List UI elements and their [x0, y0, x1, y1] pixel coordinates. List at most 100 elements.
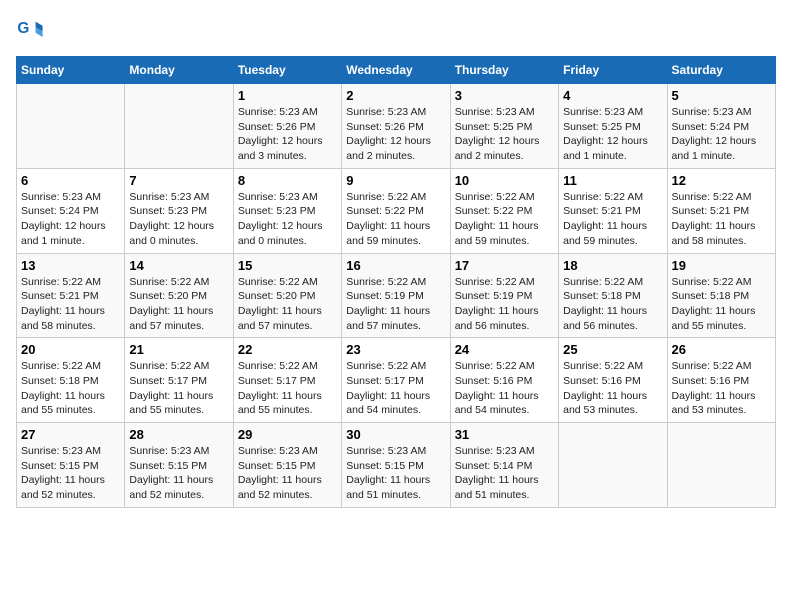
- day-number: 11: [563, 173, 662, 188]
- logo-icon: G: [16, 16, 44, 44]
- day-info: Sunrise: 5:22 AM Sunset: 5:20 PM Dayligh…: [129, 275, 228, 334]
- day-number: 27: [21, 427, 120, 442]
- calendar-table: SundayMondayTuesdayWednesdayThursdayFrid…: [16, 56, 776, 508]
- day-number: 24: [455, 342, 554, 357]
- day-number: 9: [346, 173, 445, 188]
- day-info: Sunrise: 5:22 AM Sunset: 5:21 PM Dayligh…: [21, 275, 120, 334]
- logo: G: [16, 16, 48, 44]
- calendar-body: 1 Sunrise: 5:23 AM Sunset: 5:26 PM Daylig…: [17, 84, 776, 508]
- calendar-cell: 29 Sunrise: 5:23 AM Sunset: 5:15 PM Dayli…: [233, 423, 341, 508]
- day-info: Sunrise: 5:23 AM Sunset: 5:15 PM Dayligh…: [129, 444, 228, 503]
- weekday-header-row: SundayMondayTuesdayWednesdayThursdayFrid…: [17, 57, 776, 84]
- day-info: Sunrise: 5:22 AM Sunset: 5:16 PM Dayligh…: [672, 359, 771, 418]
- day-number: 12: [672, 173, 771, 188]
- day-info: Sunrise: 5:23 AM Sunset: 5:23 PM Dayligh…: [129, 190, 228, 249]
- week-row-1: 1 Sunrise: 5:23 AM Sunset: 5:26 PM Daylig…: [17, 84, 776, 169]
- calendar-cell: 6Sunrise: 5:23 AM Sunset: 5:24 PM Daylig…: [17, 168, 125, 253]
- day-info: Sunrise: 5:22 AM Sunset: 5:16 PM Dayligh…: [563, 359, 662, 418]
- calendar-cell: 24 Sunrise: 5:22 AM Sunset: 5:16 PM Dayli…: [450, 338, 558, 423]
- day-info: Sunrise: 5:23 AM Sunset: 5:26 PM Dayligh…: [238, 105, 337, 164]
- calendar-cell: 31 Sunrise: 5:23 AM Sunset: 5:14 PM Dayli…: [450, 423, 558, 508]
- day-info: Sunrise: 5:22 AM Sunset: 5:22 PM Dayligh…: [346, 190, 445, 249]
- calendar-cell: 12 Sunrise: 5:22 AM Sunset: 5:21 PM Dayli…: [667, 168, 775, 253]
- day-info: Sunrise: 5:22 AM Sunset: 5:17 PM Dayligh…: [238, 359, 337, 418]
- day-info: Sunrise: 5:23 AM Sunset: 5:25 PM Dayligh…: [563, 105, 662, 164]
- calendar-cell: 11 Sunrise: 5:22 AM Sunset: 5:21 PM Dayli…: [559, 168, 667, 253]
- day-number: 28: [129, 427, 228, 442]
- day-number: 30: [346, 427, 445, 442]
- day-number: 17: [455, 258, 554, 273]
- day-info: Sunrise: 5:22 AM Sunset: 5:17 PM Dayligh…: [346, 359, 445, 418]
- day-number: 29: [238, 427, 337, 442]
- day-info: Sunrise: 5:22 AM Sunset: 5:19 PM Dayligh…: [455, 275, 554, 334]
- day-info: Sunrise: 5:22 AM Sunset: 5:20 PM Dayligh…: [238, 275, 337, 334]
- svg-text:G: G: [17, 20, 29, 37]
- calendar-cell: 3 Sunrise: 5:23 AM Sunset: 5:25 PM Daylig…: [450, 84, 558, 169]
- calendar-cell: 19Sunrise: 5:22 AM Sunset: 5:18 PM Dayli…: [667, 253, 775, 338]
- calendar-cell: [17, 84, 125, 169]
- calendar-cell: 14 Sunrise: 5:22 AM Sunset: 5:20 PM Dayli…: [125, 253, 233, 338]
- calendar-cell: 4 Sunrise: 5:23 AM Sunset: 5:25 PM Daylig…: [559, 84, 667, 169]
- day-number: 18: [563, 258, 662, 273]
- day-number: 23: [346, 342, 445, 357]
- day-number: 15: [238, 258, 337, 273]
- calendar-cell: 23 Sunrise: 5:22 AM Sunset: 5:17 PM Dayli…: [342, 338, 450, 423]
- calendar-cell: 1 Sunrise: 5:23 AM Sunset: 5:26 PM Daylig…: [233, 84, 341, 169]
- calendar-cell: 27Sunrise: 5:23 AM Sunset: 5:15 PM Dayli…: [17, 423, 125, 508]
- calendar-header: SundayMondayTuesdayWednesdayThursdayFrid…: [17, 57, 776, 84]
- calendar-cell: 21Sunrise: 5:22 AM Sunset: 5:17 PM Dayli…: [125, 338, 233, 423]
- calendar-cell: 30 Sunrise: 5:23 AM Sunset: 5:15 PM Dayli…: [342, 423, 450, 508]
- day-info: Sunrise: 5:22 AM Sunset: 5:21 PM Dayligh…: [563, 190, 662, 249]
- weekday-monday: Monday: [125, 57, 233, 84]
- day-number: 7: [129, 173, 228, 188]
- day-number: 16: [346, 258, 445, 273]
- day-number: 19: [672, 258, 771, 273]
- calendar-cell: 2 Sunrise: 5:23 AM Sunset: 5:26 PM Daylig…: [342, 84, 450, 169]
- day-number: 22: [238, 342, 337, 357]
- calendar-cell: 20Sunrise: 5:22 AM Sunset: 5:18 PM Dayli…: [17, 338, 125, 423]
- day-number: 13: [21, 258, 120, 273]
- day-info: Sunrise: 5:22 AM Sunset: 5:21 PM Dayligh…: [672, 190, 771, 249]
- day-info: Sunrise: 5:23 AM Sunset: 5:24 PM Dayligh…: [672, 105, 771, 164]
- day-number: 3: [455, 88, 554, 103]
- calendar-cell: 18 Sunrise: 5:22 AM Sunset: 5:18 PM Dayli…: [559, 253, 667, 338]
- week-row-5: 27 Sunrise: 5:23 AM Sunset: 5:15 PM Dayli…: [17, 423, 776, 508]
- calendar-cell: 13 Sunrise: 5:22 AM Sunset: 5:21 PM Dayli…: [17, 253, 125, 338]
- day-info: Sunrise: 5:23 AM Sunset: 5:15 PM Dayligh…: [346, 444, 445, 503]
- day-number: 4: [563, 88, 662, 103]
- day-number: 5: [672, 88, 771, 103]
- calendar-cell: 25Sunrise: 5:22 AM Sunset: 5:16 PM Dayli…: [559, 338, 667, 423]
- day-info: Sunrise: 5:23 AM Sunset: 5:24 PM Dayligh…: [21, 190, 120, 249]
- calendar-cell: 28 Sunrise: 5:23 AM Sunset: 5:15 PM Dayli…: [125, 423, 233, 508]
- day-number: 8: [238, 173, 337, 188]
- weekday-saturday: Saturday: [667, 57, 775, 84]
- day-info: Sunrise: 5:23 AM Sunset: 5:15 PM Dayligh…: [238, 444, 337, 503]
- calendar-cell: 15 Sunrise: 5:22 AM Sunset: 5:20 PM Dayli…: [233, 253, 341, 338]
- day-info: Sunrise: 5:22 AM Sunset: 5:16 PM Dayligh…: [455, 359, 554, 418]
- calendar-cell: 26Sunrise: 5:22 AM Sunset: 5:16 PM Dayli…: [667, 338, 775, 423]
- calendar-cell: 16Sunrise: 5:22 AM Sunset: 5:19 PM Dayli…: [342, 253, 450, 338]
- day-number: 1: [238, 88, 337, 103]
- weekday-friday: Friday: [559, 57, 667, 84]
- day-info: Sunrise: 5:23 AM Sunset: 5:23 PM Dayligh…: [238, 190, 337, 249]
- weekday-wednesday: Wednesday: [342, 57, 450, 84]
- weekday-sunday: Sunday: [17, 57, 125, 84]
- day-info: Sunrise: 5:22 AM Sunset: 5:22 PM Dayligh…: [455, 190, 554, 249]
- page-header: G: [16, 16, 776, 44]
- day-info: Sunrise: 5:22 AM Sunset: 5:18 PM Dayligh…: [563, 275, 662, 334]
- calendar-cell: 7 Sunrise: 5:23 AM Sunset: 5:23 PM Daylig…: [125, 168, 233, 253]
- day-number: 20: [21, 342, 120, 357]
- day-info: Sunrise: 5:23 AM Sunset: 5:25 PM Dayligh…: [455, 105, 554, 164]
- day-info: Sunrise: 5:23 AM Sunset: 5:14 PM Dayligh…: [455, 444, 554, 503]
- weekday-thursday: Thursday: [450, 57, 558, 84]
- day-number: 2: [346, 88, 445, 103]
- day-number: 10: [455, 173, 554, 188]
- day-number: 31: [455, 427, 554, 442]
- calendar-cell: 22 Sunrise: 5:22 AM Sunset: 5:17 PM Dayli…: [233, 338, 341, 423]
- week-row-4: 20Sunrise: 5:22 AM Sunset: 5:18 PM Dayli…: [17, 338, 776, 423]
- calendar-cell: 10 Sunrise: 5:22 AM Sunset: 5:22 PM Dayli…: [450, 168, 558, 253]
- calendar-cell: [667, 423, 775, 508]
- day-number: 14: [129, 258, 228, 273]
- day-info: Sunrise: 5:23 AM Sunset: 5:26 PM Dayligh…: [346, 105, 445, 164]
- calendar-cell: [559, 423, 667, 508]
